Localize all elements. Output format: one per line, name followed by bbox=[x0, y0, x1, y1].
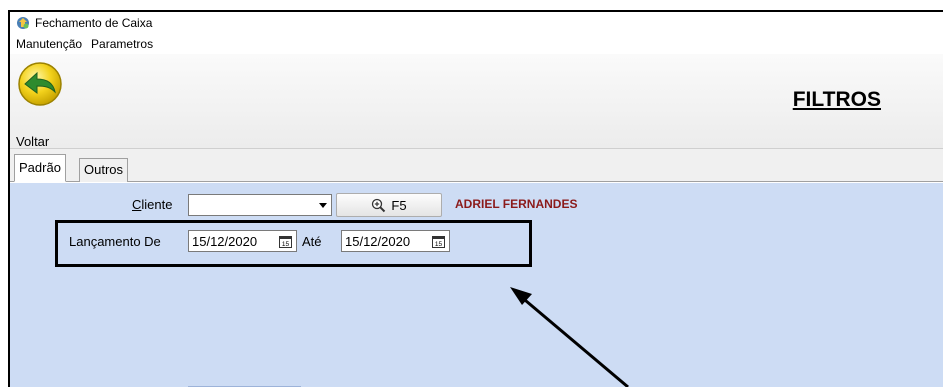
date-to-field[interactable]: 15/12/2020 15 bbox=[341, 230, 450, 252]
ate-label: Até bbox=[302, 234, 322, 249]
tab-outros[interactable]: Outros bbox=[79, 158, 129, 182]
cliente-select[interactable] bbox=[188, 194, 332, 216]
tab-strip: Padrão Outros bbox=[10, 149, 943, 182]
menu-item-manutencao[interactable]: Manutenção bbox=[13, 37, 85, 51]
menu-item-parametros[interactable]: Parametros bbox=[88, 37, 156, 51]
cliente-label: Cliente bbox=[132, 197, 172, 212]
window-title: Fechamento de Caixa bbox=[35, 16, 153, 30]
magnifier-plus-icon bbox=[372, 198, 386, 212]
cliente-label-rest: liente bbox=[141, 197, 173, 212]
date-from-field[interactable]: 15/12/2020 15 bbox=[188, 230, 297, 252]
svg-text:15: 15 bbox=[435, 241, 443, 248]
back-button[interactable]: Voltar bbox=[14, 59, 70, 149]
menu-bar: Manutenção Parametros bbox=[10, 34, 943, 54]
date-from-value: 15/12/2020 bbox=[192, 233, 258, 249]
calendar-icon[interactable]: 15 bbox=[279, 235, 292, 248]
app-icon bbox=[17, 17, 29, 29]
toolbar: Voltar FILTROS bbox=[10, 54, 943, 149]
date-to-value: 15/12/2020 bbox=[345, 233, 411, 249]
cliente-label-mnemonic: C bbox=[132, 197, 142, 212]
tab-padrao[interactable]: Padrão bbox=[14, 154, 66, 182]
title-bar: Fechamento de Caixa bbox=[10, 12, 943, 34]
search-button-label: F5 bbox=[391, 197, 407, 213]
page-title: FILTROS bbox=[792, 88, 881, 111]
cliente-name-value: ADRIEL FERNANDES bbox=[455, 197, 578, 211]
lancamento-label: Lançamento De bbox=[69, 234, 161, 249]
chevron-down-icon[interactable] bbox=[319, 203, 327, 208]
filter-panel: Cliente F5 ADRIEL FERNANDES Lançamento D… bbox=[10, 182, 943, 387]
calendar-icon[interactable]: 15 bbox=[432, 235, 445, 248]
svg-text:15: 15 bbox=[282, 241, 290, 248]
back-arrow-icon bbox=[18, 62, 62, 106]
search-cliente-button[interactable]: F5 bbox=[336, 193, 442, 217]
app-window: Fechamento de Caixa Manutenção Parametro… bbox=[8, 10, 943, 387]
back-button-label: Voltar bbox=[16, 134, 50, 149]
